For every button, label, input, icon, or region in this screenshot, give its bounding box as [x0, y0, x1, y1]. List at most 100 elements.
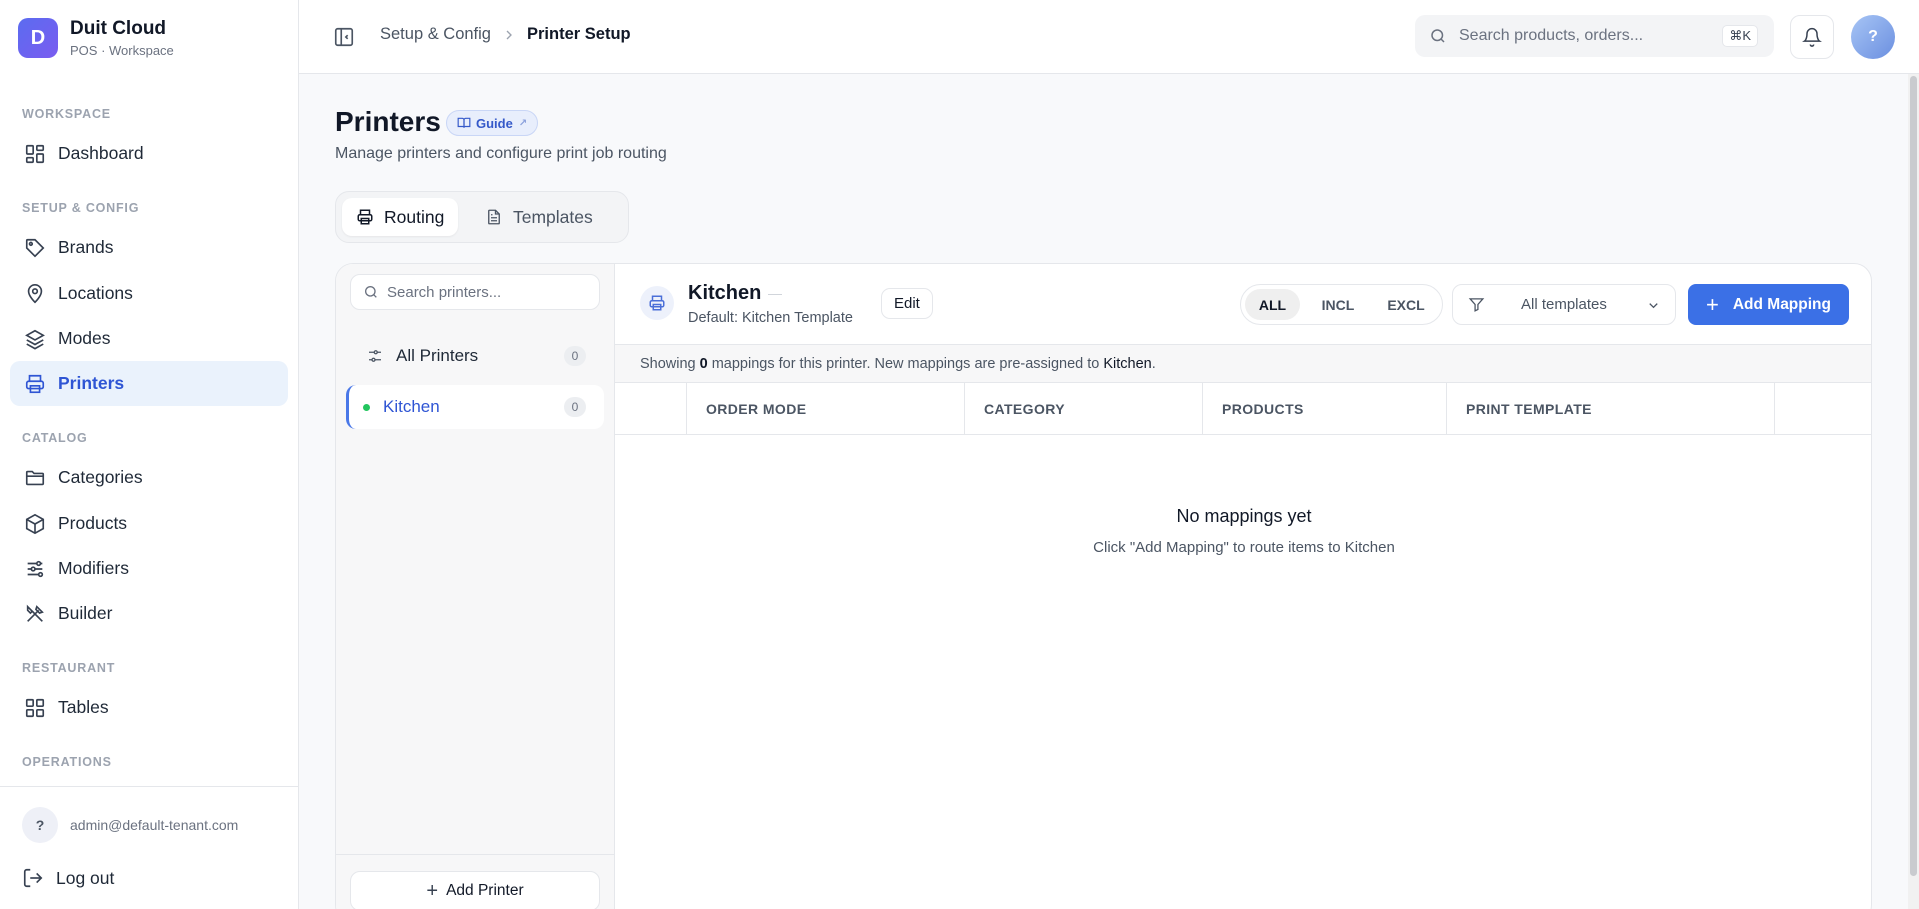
printer-item-kitchen[interactable]: Kitchen 0 [346, 385, 604, 429]
add-printer-button[interactable]: + Add Printer [350, 871, 600, 909]
guide-link[interactable]: Guide ↗ [446, 110, 539, 136]
summary-printer-name: Kitchen [1103, 355, 1152, 372]
nav-section-operations: OPERATIONS [22, 755, 112, 769]
sliders-icon [24, 558, 46, 580]
file-text-icon [485, 208, 503, 226]
sidebar-item-label: Brands [58, 237, 114, 257]
empty-state-subtitle: Click "Add Mapping" to route items to Ki… [1093, 539, 1395, 556]
routing-card: All Printers 0 Kitchen 0 + Add Printer K… [335, 263, 1872, 909]
filter-sliders-icon [366, 347, 384, 365]
sidebar-item-products[interactable]: Products [10, 501, 288, 546]
edit-printer-button[interactable]: Edit [881, 288, 933, 319]
printer-search[interactable] [350, 274, 600, 310]
folder-icon [24, 467, 46, 489]
printer-list-footer: + Add Printer [336, 854, 615, 909]
plus-icon: + [1705, 291, 1719, 317]
sidebar-item-label: Locations [58, 283, 133, 303]
page-title: Printers [335, 106, 441, 137]
sidebar-item-dashboard[interactable]: Dashboard [10, 131, 288, 176]
printer-search-input[interactable] [387, 283, 587, 301]
breadcrumb-setup-config[interactable]: Setup & Config [380, 25, 491, 44]
guide-label: Guide [476, 115, 513, 131]
sidebar-item-label: Modifiers [58, 558, 129, 578]
printer-icon [24, 373, 46, 395]
summary-middle: mappings for this printer. New mappings … [711, 355, 1100, 372]
search-shortcut: ⌘K [1722, 25, 1758, 47]
external-link-icon: ↗ [518, 117, 528, 129]
page-scrollbar[interactable] [1908, 74, 1919, 909]
sidebar-item-printers[interactable]: Printers [10, 361, 288, 406]
sidebar-item-modes[interactable]: Modes [10, 316, 288, 361]
brand-subtitle: POS · Workspace [70, 43, 174, 58]
book-open-icon [457, 116, 471, 130]
scope-segmented-control: ALL INCL EXCL [1240, 284, 1443, 325]
global-search[interactable]: ⌘K [1415, 15, 1774, 57]
column-products[interactable]: PRODUCTS [1202, 383, 1446, 435]
logout-icon [22, 867, 44, 889]
logout-button[interactable]: Log out [22, 867, 114, 889]
summary-prefix: Showing [640, 355, 696, 372]
segment-excl[interactable]: EXCL [1376, 289, 1436, 320]
printer-item-all[interactable]: All Printers 0 [346, 334, 604, 378]
printer-icon [640, 286, 674, 320]
sidebar-item-builder[interactable]: Builder [10, 591, 288, 636]
sidebar-item-label: Categories [58, 467, 143, 487]
sidebar-item-categories[interactable]: Categories [10, 455, 288, 500]
layers-icon [24, 328, 46, 350]
chevron-right-icon [501, 27, 517, 43]
box-icon [24, 513, 46, 535]
sidebar-item-label: Builder [58, 603, 113, 623]
mapping-table-header: ORDER MODE CATEGORY PRODUCTS PRINT TEMPL… [615, 383, 1871, 435]
template-filter-value: All templates [1521, 296, 1607, 313]
printer-count-badge: 0 [564, 346, 586, 366]
segment-all[interactable]: ALL [1245, 289, 1300, 320]
tab-label: Routing [384, 206, 445, 227]
printer-detail-header: Kitchen Default: Kitchen Template Edit A… [615, 264, 1871, 345]
template-filter-select[interactable]: All templates [1452, 284, 1676, 325]
printer-icon [356, 208, 374, 226]
notifications-button[interactable] [1790, 15, 1834, 59]
sidebar-item-modifiers[interactable]: Modifiers [10, 546, 288, 591]
add-mapping-label: Add Mapping [1732, 295, 1831, 313]
tab-label: Templates [513, 206, 593, 227]
user-profile[interactable]: ? admin@default-tenant.com [22, 807, 238, 843]
nav-section-catalog: CATALOG [22, 431, 88, 445]
topbar: Setup & Config Printer Setup ⌘K ? [299, 0, 1919, 74]
add-mapping-button[interactable]: + Add Mapping [1688, 284, 1849, 325]
printer-detail-panel: Kitchen Default: Kitchen Template Edit A… [615, 264, 1871, 909]
empty-state-title: No mappings yet [1176, 506, 1312, 526]
view-tabs: Routing Templates [335, 191, 629, 243]
nav-section-restaurant: RESTAURANT [22, 661, 116, 675]
brand[interactable]: D Duit Cloud POS · Workspace [0, 0, 298, 76]
column-actions [1774, 383, 1871, 435]
sidebar-item-brands[interactable]: Brands [10, 225, 288, 270]
sidebar-footer: ? admin@default-tenant.com Log out [0, 786, 299, 909]
mapping-count: 0 [699, 355, 708, 372]
column-print-template[interactable]: PRINT TEMPLATE [1446, 383, 1774, 435]
brand-name: Duit Cloud [70, 18, 167, 39]
page-subtitle: Manage printers and configure print job … [335, 145, 667, 162]
sidebar-toggle-icon[interactable] [333, 26, 355, 48]
tab-templates[interactable]: Templates [471, 198, 607, 236]
plus-icon: + [426, 879, 439, 902]
printer-list-panel: All Printers 0 Kitchen 0 + Add Printer [336, 264, 615, 909]
column-category[interactable]: CATEGORY [964, 383, 1202, 435]
utensils-icon [24, 603, 46, 625]
sidebar-item-tables[interactable]: Tables [10, 685, 288, 730]
scrollbar-thumb[interactable] [1910, 76, 1917, 876]
segment-incl[interactable]: INCL [1310, 289, 1366, 320]
global-search-input[interactable] [1459, 27, 1719, 45]
user-avatar-button[interactable]: ? [1851, 15, 1895, 59]
funnel-icon [1468, 296, 1485, 313]
divider [768, 294, 782, 295]
sidebar-item-label: Tables [58, 697, 109, 717]
search-icon [363, 284, 379, 300]
nav-section-setup: SETUP & CONFIG [22, 201, 140, 215]
sidebar-item-label: Dashboard [58, 143, 144, 163]
column-order-mode[interactable]: ORDER MODE [686, 383, 964, 435]
sidebar: D Duit Cloud POS · Workspace WORKSPACE D… [0, 0, 299, 909]
tab-routing[interactable]: Routing [342, 198, 459, 236]
brand-logo: D [18, 18, 58, 58]
sidebar-item-locations[interactable]: Locations [10, 271, 288, 316]
default-template: Default: Kitchen Template [688, 310, 853, 326]
